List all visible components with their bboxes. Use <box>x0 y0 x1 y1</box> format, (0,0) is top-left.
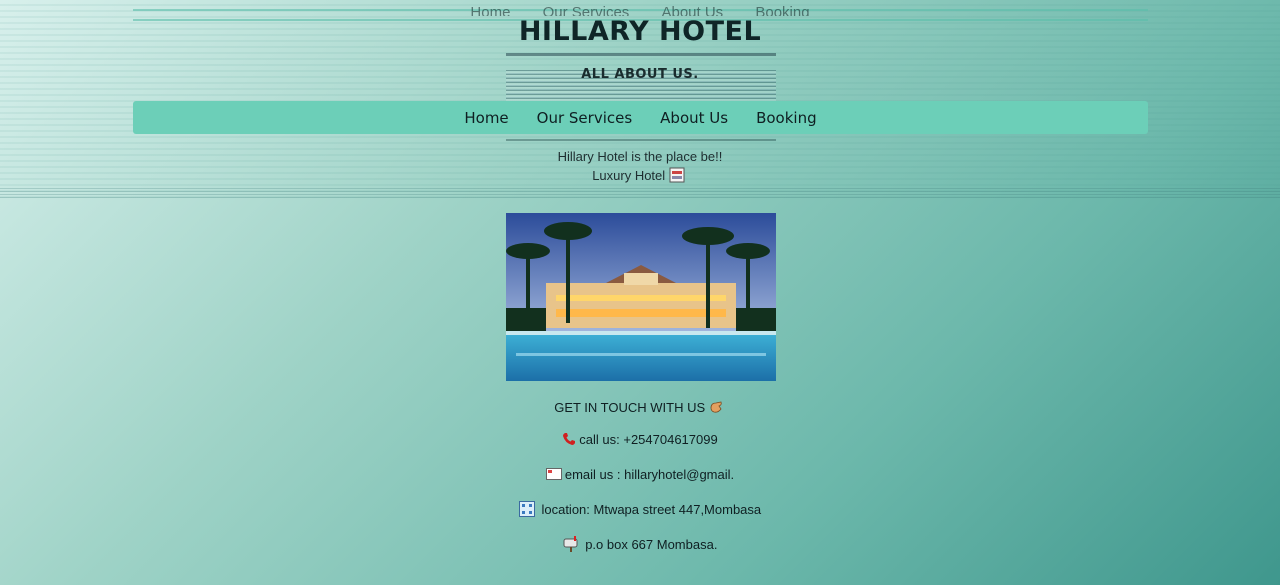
email-text: email us : hillaryhotel@gmail. <box>564 467 735 482</box>
phone-icon <box>562 432 576 449</box>
hand-icon <box>709 400 723 417</box>
ghost-line <box>0 188 1280 200</box>
contact-email: email us : hillaryhotel@gmail. <box>0 467 1280 483</box>
ghost-nav-about: About Us <box>661 4 724 16</box>
contact-heading-text: GET IN TOUCH WITH US <box>554 400 706 415</box>
nav-booking-link[interactable]: Booking <box>756 109 817 127</box>
nav-about-link[interactable]: About Us <box>660 109 728 127</box>
tagline: Hillary Hotel is the place be!! <box>557 149 723 164</box>
hotel-image <box>506 213 776 381</box>
contact-location: location: Mtwapa street 447,Mombasa <box>0 501 1280 520</box>
ghost-line <box>506 139 776 141</box>
phone-text: call us: +254704617099 <box>579 432 718 447</box>
ghost-nav-home: Home <box>470 4 511 16</box>
ghost-nav: Home Our Services About Us Booking <box>0 4 1280 16</box>
location-icon <box>518 501 535 520</box>
section-title-about: ALL ABOUT US. <box>581 67 699 82</box>
page-title: HILLARY HOTEL <box>518 16 762 47</box>
email-icon <box>545 468 562 483</box>
nav-home-link[interactable]: Home <box>464 109 508 127</box>
contact-phone: call us: +254704617099 <box>0 432 1280 449</box>
hotel-icon <box>669 167 685 186</box>
nav-services-link[interactable]: Our Services <box>537 109 633 127</box>
pobox-text: p.o box 667 Mombasa. <box>585 536 718 552</box>
ghost-line <box>506 53 776 56</box>
contact-pobox: p.o box 667 Mombasa. <box>0 536 1280 555</box>
ghost-nav-services: Our Services <box>542 4 630 16</box>
location-text: location: Mtwapa street 447,Mombasa <box>541 501 762 517</box>
mailbox-icon <box>563 536 579 555</box>
subtag: Luxury Hotel <box>0 167 1280 186</box>
main-navbar: Home Our Services About Us Booking <box>133 101 1148 134</box>
subtag-text: Luxury Hotel <box>592 167 666 183</box>
contact-heading: GET IN TOUCH WITH US <box>0 400 1280 417</box>
ghost-nav-booking: Booking <box>755 4 810 16</box>
